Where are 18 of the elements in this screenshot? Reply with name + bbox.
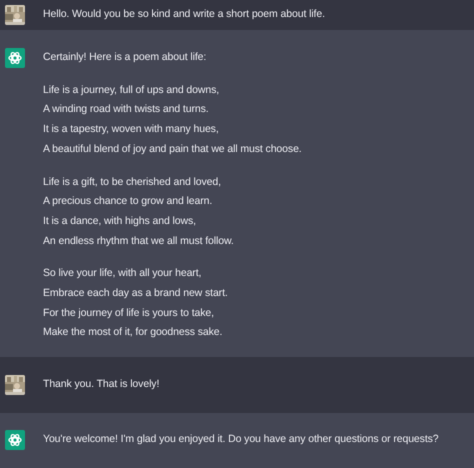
message-text: A beautiful blend of joy and pain that we all must choose. bbox=[43, 142, 302, 157]
message-text: Life is a gift, to be cherished and loved, bbox=[43, 174, 222, 190]
message-text: Hello. Would you be so kind and write a short poem about life. bbox=[43, 7, 325, 22]
message-text: So live your life, with all your heart, bbox=[43, 266, 202, 282]
message-text: An endless rhythm that we all must follow. bbox=[43, 234, 235, 249]
message-text: A precious chance to grow and learn. bbox=[43, 194, 214, 210]
message-text: A winding road with twists and turns. bbox=[43, 102, 210, 118]
message-text: Embrace each day as a brand new start. bbox=[43, 286, 229, 302]
logo-icon bbox=[5, 430, 25, 450]
message-text: Make the most of it, for goodness sake. bbox=[43, 325, 224, 340]
message-text: For the journey of life is yours to take, bbox=[43, 306, 215, 321]
message-text: Certainly! Here is a poem about life: bbox=[43, 50, 208, 65]
message-text: Thank you. That is lovely! bbox=[43, 377, 160, 392]
message-text: It is a dance, with highs and lows, bbox=[43, 214, 197, 229]
logo-icon bbox=[5, 48, 25, 68]
message-text: It is a tapestry, woven with many hues, bbox=[43, 122, 220, 138]
message-text: You're welcome! I'm glad you enjoyed it. Do you have any other questions or requests? bbox=[43, 432, 439, 448]
message-text: Life is a journey, full of ups and downs, bbox=[43, 82, 220, 98]
